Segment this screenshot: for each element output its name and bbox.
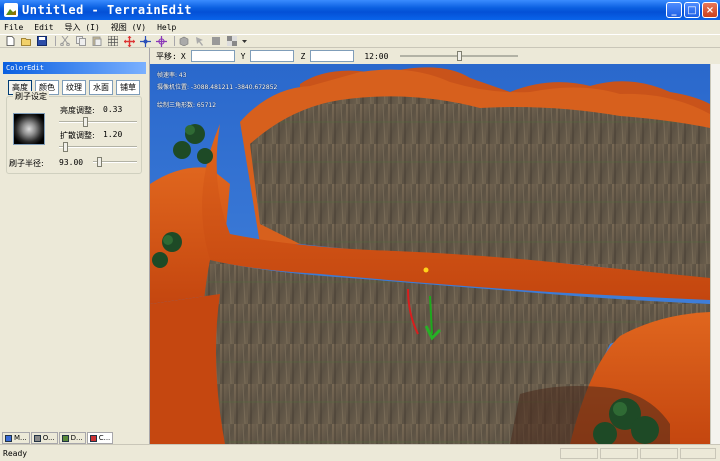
brush-preview[interactable]	[13, 113, 45, 145]
brightness-slider[interactable]	[59, 117, 137, 127]
status-cell	[680, 448, 716, 459]
hud-fps: 帧速率: 43	[157, 72, 187, 79]
status-text: Ready	[3, 448, 28, 458]
terrain-viewport[interactable]: 帧速率: 43 摄像机位置: -3088.481211 -3840.672852…	[150, 64, 710, 444]
crosshair-icon[interactable]	[139, 35, 151, 47]
menu-import[interactable]: 导入 (I)	[65, 22, 100, 33]
arrow-icon[interactable]	[194, 36, 206, 46]
menu-bar: File Edit 导入 (I) 视图 (V) Help	[0, 20, 720, 34]
status-cell	[560, 448, 598, 459]
time-slider-thumb[interactable]	[457, 51, 463, 61]
z-label: Z	[300, 51, 306, 61]
bottom-tab-c[interactable]: C...	[86, 432, 114, 444]
cut-icon[interactable]	[59, 36, 71, 46]
toolbar-separator	[55, 36, 56, 46]
bottom-tab-o[interactable]: O...	[30, 432, 58, 444]
bottom-tab-d[interactable]: D...	[58, 432, 86, 444]
cube-icon[interactable]	[178, 36, 190, 46]
brush-settings-title: 刷子设定	[13, 91, 49, 102]
tab-icon	[89, 434, 97, 442]
radius-slider[interactable]	[93, 157, 137, 167]
hud-triangle-count: 绘制三角形数: 65712	[157, 102, 217, 109]
diffuse-slider-thumb[interactable]	[63, 142, 68, 152]
new-file-icon[interactable]	[4, 36, 16, 46]
close-button[interactable]: ×	[702, 2, 718, 18]
x-input[interactable]	[190, 50, 235, 62]
menu-edit[interactable]: Edit	[34, 23, 53, 32]
tab-icon	[33, 434, 41, 442]
status-bar: Ready	[0, 444, 720, 461]
brush-settings-group: 刷子设定 亮度调整: 0.33 扩散调整: 1.20 刷子半径: 93.00	[6, 91, 142, 174]
transform-bar: 平移: X Y Z 12:00	[150, 48, 720, 64]
menu-file[interactable]: File	[4, 23, 23, 32]
hud-camera-position: 摄像机位置: -3088.481211 -3840.672852	[157, 84, 278, 91]
dropdown-arrow-icon[interactable]	[242, 36, 248, 46]
z-input[interactable]	[310, 50, 355, 62]
diffuse-value: 1.20	[103, 130, 123, 139]
x-label: X	[180, 51, 186, 61]
time-label: 12:00	[364, 51, 389, 61]
move-label: 平移:	[156, 51, 177, 61]
open-folder-icon[interactable]	[20, 36, 32, 46]
move-icon[interactable]	[123, 35, 135, 47]
viewport-scrollbar[interactable]	[710, 64, 720, 444]
copy-icon[interactable]	[75, 36, 87, 46]
bottom-tab-label: M...	[14, 434, 27, 442]
minimize-button[interactable]: _	[666, 2, 682, 18]
panel-bottom-tabs: M... O... D... C...	[2, 432, 114, 444]
app-icon	[4, 3, 18, 17]
radius-value: 93.00	[59, 158, 84, 167]
checker-icon[interactable]	[226, 36, 238, 46]
diffuse-label: 扩散调整:	[60, 131, 95, 140]
tab-water[interactable]: 水面	[89, 80, 113, 95]
box-icon[interactable]	[210, 36, 222, 46]
window-title: Untitled - TerrainEdit	[22, 3, 192, 17]
panel-caption: ColorEdit	[3, 62, 146, 74]
status-cell	[600, 448, 638, 459]
maximize-button[interactable]: □	[684, 2, 700, 18]
time-slider[interactable]	[400, 51, 519, 61]
bottom-tab-label: D...	[70, 434, 83, 442]
target-icon[interactable]	[155, 35, 167, 47]
save-icon[interactable]	[36, 36, 48, 46]
bottom-tab-label: C...	[98, 434, 111, 442]
y-input[interactable]	[250, 50, 295, 62]
brightness-slider-thumb[interactable]	[83, 117, 88, 127]
toolbar	[0, 34, 720, 48]
toolbar-separator	[174, 36, 175, 46]
tab-icon	[61, 434, 69, 442]
grid-icon[interactable]	[107, 36, 119, 46]
paste-icon[interactable]	[91, 36, 103, 46]
y-label: Y	[240, 51, 246, 61]
radius-label: 刷子半径:	[9, 159, 44, 168]
brightness-value: 0.33	[103, 105, 123, 114]
bottom-tab-m[interactable]: M...	[2, 432, 30, 444]
status-cell	[640, 448, 678, 459]
title-bar: Untitled - TerrainEdit _ □ ×	[0, 0, 720, 20]
menu-help[interactable]: Help	[157, 23, 176, 32]
bottom-tab-label: O...	[42, 434, 55, 442]
diffuse-slider[interactable]	[59, 142, 137, 152]
tab-icon	[5, 434, 12, 442]
tab-texture[interactable]: 纹理	[62, 80, 86, 95]
color-edit-panel: ColorEdit 高度 颜色 纹理 水面 铺草 刷子设定 亮度调整: 0.33…	[0, 48, 150, 444]
terrain-render	[150, 64, 710, 444]
tab-grass[interactable]: 铺草	[116, 80, 140, 95]
menu-view[interactable]: 视图 (V)	[111, 22, 146, 33]
radius-slider-thumb[interactable]	[97, 157, 102, 167]
brightness-label: 亮度调整:	[60, 106, 95, 115]
